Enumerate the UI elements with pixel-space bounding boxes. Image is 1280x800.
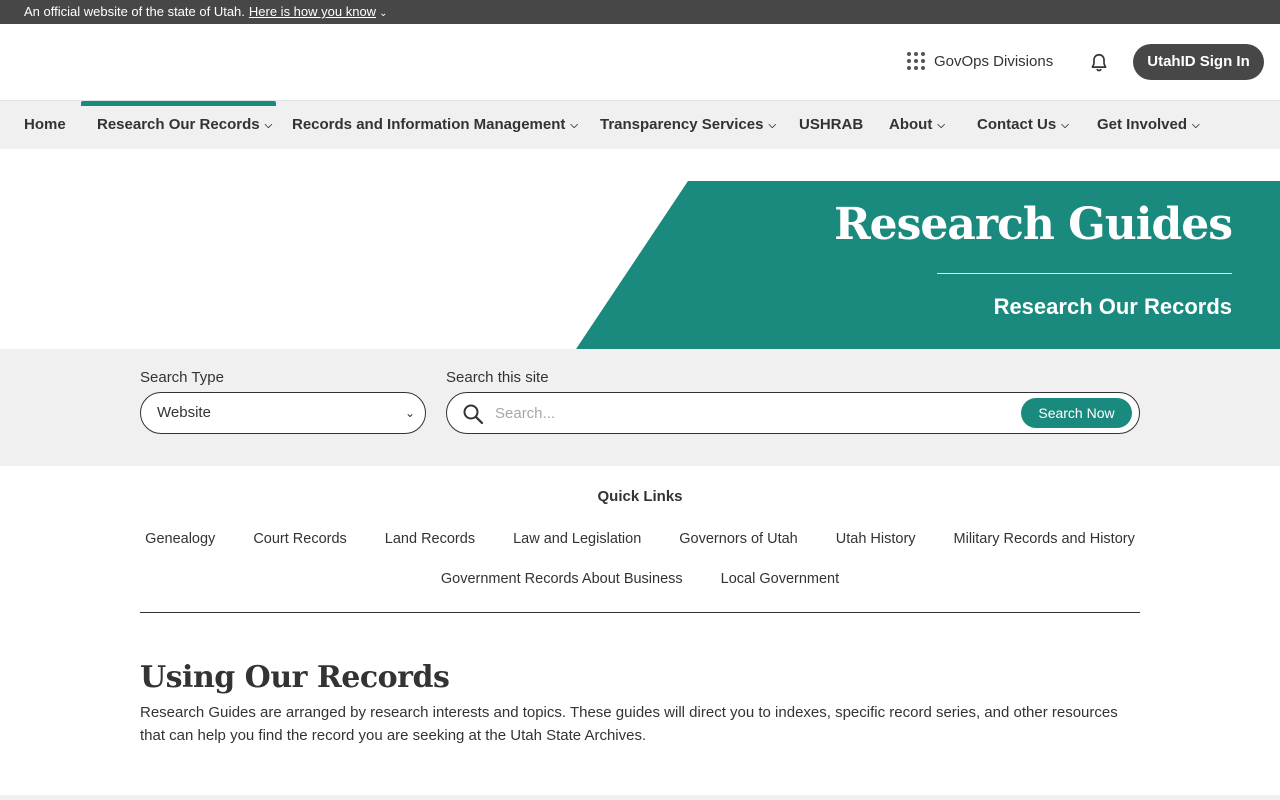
page-hero: Research Guides Research Our Records <box>0 181 1280 349</box>
quick-link-law-legislation[interactable]: Law and Legislation <box>513 531 641 547</box>
nav-item-about[interactable]: About ⌵ <box>889 101 945 149</box>
site-header: GovOps Divisions UtahID Sign In <box>0 24 1280 101</box>
search-type-value: Website <box>157 404 211 421</box>
nav-item-label: Home <box>24 116 66 133</box>
chevron-down-icon: ⌵ <box>570 120 578 131</box>
page-title: Research Guides <box>834 199 1233 250</box>
govops-divisions-button[interactable]: GovOps Divisions <box>907 52 1053 70</box>
govops-divisions-label: GovOps Divisions <box>934 52 1054 70</box>
nav-item-label: Research Our Records <box>97 116 260 133</box>
official-banner-text: An official website of the state of Utah… <box>24 4 245 19</box>
nav-item-label: Transparency Services <box>600 116 764 133</box>
main-navigation: Home Research Our Records ⌵ Records and I… <box>0 101 1280 149</box>
page-subtitle: Research Our Records <box>993 294 1232 319</box>
quick-link-military-records[interactable]: Military Records and History <box>954 531 1135 547</box>
official-website-banner: An official website of the state of Utah… <box>0 0 1280 24</box>
chevron-down-icon: ⌵ <box>1192 120 1200 131</box>
chevron-down-icon: ⌵ <box>264 120 273 131</box>
nav-item-label: USHRAB <box>799 116 864 133</box>
footer-edge <box>0 795 1280 800</box>
nav-item-research-our-records[interactable]: Research Our Records ⌵ <box>97 101 272 149</box>
chevron-down-icon: ⌄ <box>404 406 415 420</box>
quick-links-title: Quick Links <box>597 488 683 505</box>
nav-item-label: About <box>889 116 933 133</box>
chevron-down-icon: ⌵ <box>1061 120 1069 131</box>
search-site-label: Search this site <box>446 369 549 386</box>
search-type-label: Search Type <box>140 369 224 386</box>
quick-link-government-records-business[interactable]: Government Records About Business <box>441 571 683 587</box>
nav-item-records-information-management[interactable]: Records and Information Management ⌵ <box>292 101 578 149</box>
search-input[interactable] <box>495 401 1015 425</box>
grid-dots-icon <box>907 52 925 70</box>
quick-links-divider <box>140 612 1140 613</box>
quick-link-court-records[interactable]: Court Records <box>253 531 346 547</box>
quick-links-row-1: Genealogy Court Records Land Records Law… <box>140 531 1140 547</box>
nav-item-label: Get Involved <box>1097 116 1188 133</box>
quick-link-utah-history[interactable]: Utah History <box>836 531 916 547</box>
nav-item-ushrab[interactable]: USHRAB <box>799 101 863 149</box>
nav-active-indicator <box>81 101 276 106</box>
nav-item-home[interactable]: Home <box>24 101 66 149</box>
bell-icon[interactable] <box>1088 52 1110 74</box>
quick-link-local-government[interactable]: Local Government <box>721 571 839 587</box>
nav-item-get-involved[interactable]: Get Involved ⌵ <box>1097 101 1200 149</box>
chevron-down-icon: ⌵ <box>937 120 945 131</box>
quick-link-land-records[interactable]: Land Records <box>385 531 475 547</box>
hero-divider <box>937 273 1232 274</box>
quick-link-governors-of-utah[interactable]: Governors of Utah <box>679 531 797 547</box>
how-you-know-link[interactable]: Here is how you know <box>249 4 376 19</box>
quick-links-row-2: Government Records About Business Local … <box>140 571 1140 587</box>
search-icon <box>463 404 484 425</box>
search-now-button[interactable]: Search Now <box>1021 398 1132 428</box>
chevron-down-icon: ⌄ <box>379 8 388 19</box>
search-section: Search Type Search this site Website ⌄ S… <box>0 349 1280 466</box>
search-type-select[interactable]: Website ⌄ <box>140 392 426 434</box>
section-paragraph: Research Guides are arranged by research… <box>140 704 1118 744</box>
nav-item-label: Contact Us <box>977 116 1057 133</box>
chevron-down-icon: ⌵ <box>768 120 777 131</box>
nav-item-label: Records and Information Management <box>292 116 566 133</box>
nav-item-transparency-services[interactable]: Transparency Services ⌵ <box>600 101 776 149</box>
nav-item-contact-us[interactable]: Contact Us ⌵ <box>977 101 1069 149</box>
site-search-field: Search Now <box>446 392 1140 434</box>
section-heading: Using Our Records <box>140 660 450 695</box>
utahid-sign-in-button[interactable]: UtahID Sign In <box>1133 44 1264 80</box>
quick-link-genealogy[interactable]: Genealogy <box>145 531 215 547</box>
